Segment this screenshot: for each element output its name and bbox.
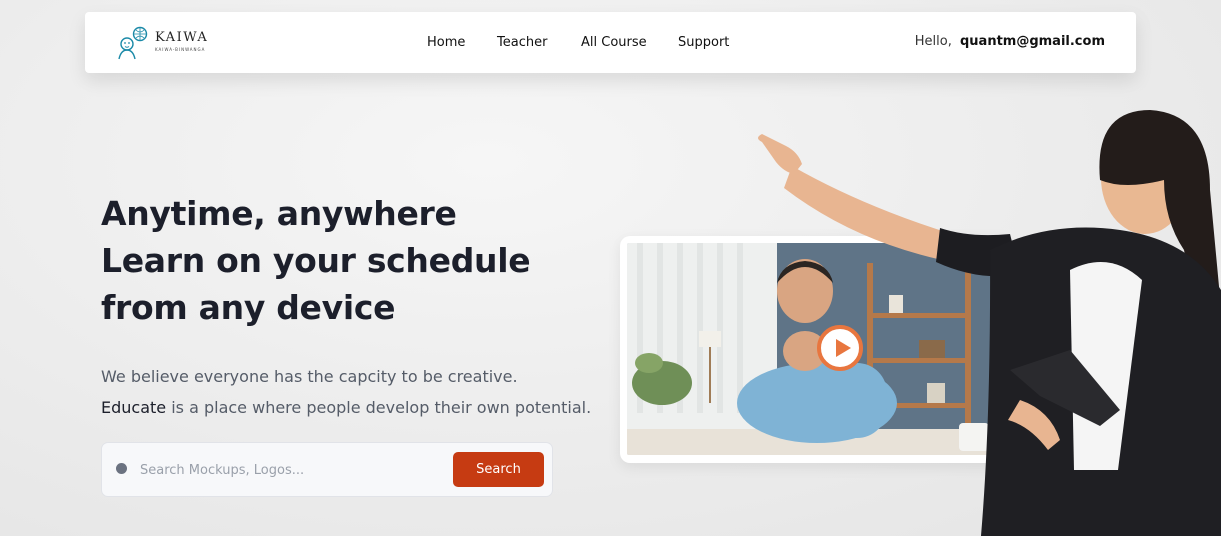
top-navbar: KAIWA KAIWA-BINWANGA Home Teacher All Co… [85,12,1136,73]
user-email[interactable]: quantm@gmail.com [960,34,1105,49]
hero-description: We believe everyone has the capcity to b… [101,361,591,423]
hero-title-line: from any device [101,288,396,327]
kaiwa-logo[interactable]: KAIWA KAIWA-BINWANGA [115,26,225,60]
nav-support-link[interactable]: Support [678,35,729,50]
logo-brand-text: KAIWA [155,30,209,45]
hero-title: Anytime, anywhere Learn on your schedule… [101,190,531,331]
brand-name: Educate [101,398,167,417]
hero-description-line: We believe everyone has the capcity to b… [101,367,518,386]
search-button[interactable]: Search [453,452,544,487]
user-greeting: Hello, quantm@gmail.com [915,34,1105,49]
nav-teacher-link[interactable]: Teacher [497,35,547,50]
hero-description-line: Educate is a place where people develop … [101,392,591,423]
nav-all-course-link[interactable]: All Course [581,35,647,50]
search-dot-icon [116,463,127,474]
nav-home-link[interactable]: Home [427,35,465,50]
logo-tagline: KAIWA-BINWANGA [155,47,206,52]
teacher-image [758,110,1221,536]
logo-face-icon [118,26,148,60]
search-input[interactable] [140,458,440,482]
description-text: is a place where people develop their ow… [166,398,592,417]
search-bar: Search [101,442,553,497]
greeting-text: Hello, [914,34,952,49]
hero-title-line: Anytime, anywhere [101,194,457,233]
hero-title-line: Learn on your schedule [101,241,531,280]
